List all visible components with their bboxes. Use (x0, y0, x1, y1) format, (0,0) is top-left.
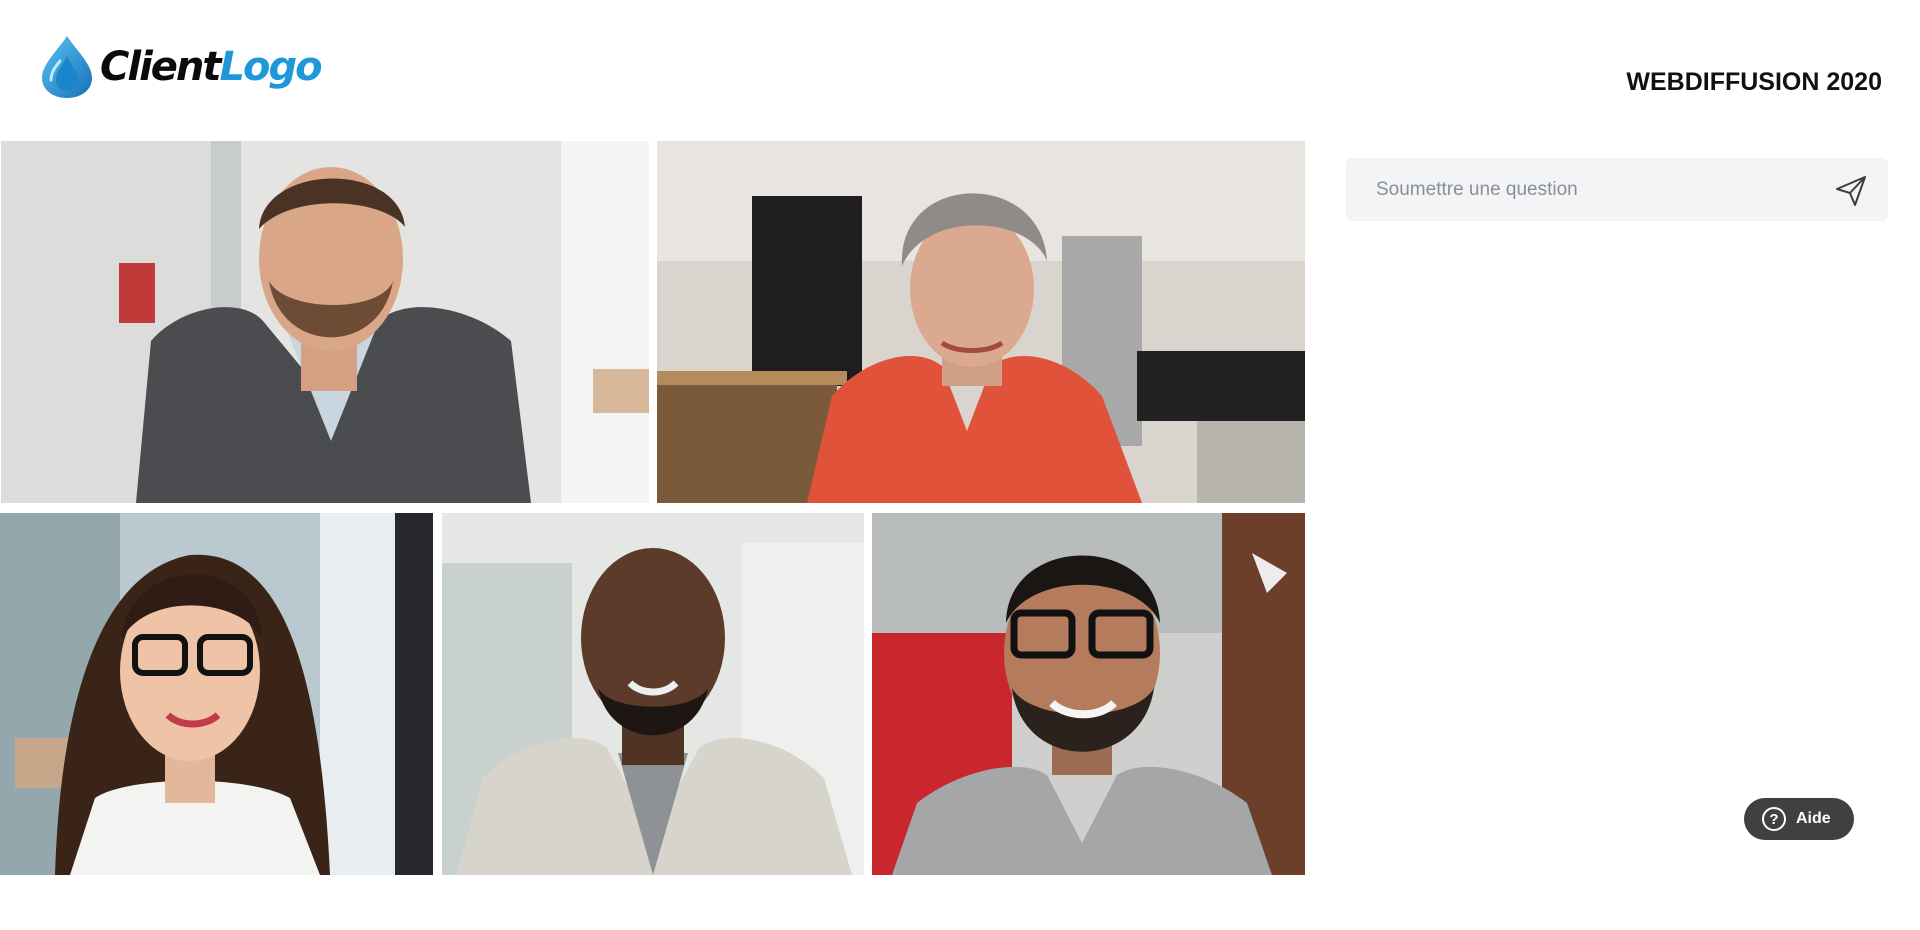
participant-video-2[interactable] (657, 141, 1305, 503)
participant-video-5[interactable] (872, 513, 1305, 875)
send-question-button[interactable] (1834, 174, 1868, 208)
question-input[interactable] (1346, 158, 1826, 221)
send-icon (1836, 176, 1866, 206)
question-box (1346, 158, 1888, 221)
participant-video-3[interactable] (0, 513, 433, 875)
webcast-page: ClientLogo WEBDIFFUSION 2020 Soumettre u… (0, 0, 1920, 930)
logo-text-part1: Client (100, 44, 222, 90)
logo-wordmark: ClientLogo (100, 44, 323, 90)
participant-3-image (0, 513, 433, 875)
help-button[interactable]: ? Aide (1744, 798, 1854, 840)
participant-2-image (657, 141, 1305, 503)
help-label: Aide (1796, 810, 1831, 827)
water-drop-icon (42, 36, 92, 98)
participant-video-4[interactable] (442, 513, 864, 875)
logo-text-part2: Logo (219, 44, 323, 90)
participant-video-1[interactable] (1, 141, 649, 503)
help-icon: ? (1762, 807, 1786, 831)
participant-4-image (442, 513, 864, 875)
video-grid (0, 141, 1305, 875)
client-logo: ClientLogo (38, 34, 323, 100)
participant-5-image (872, 513, 1305, 875)
participant-1-image (1, 141, 649, 503)
event-title: WEBDIFFUSION 2020 (1626, 68, 1882, 96)
